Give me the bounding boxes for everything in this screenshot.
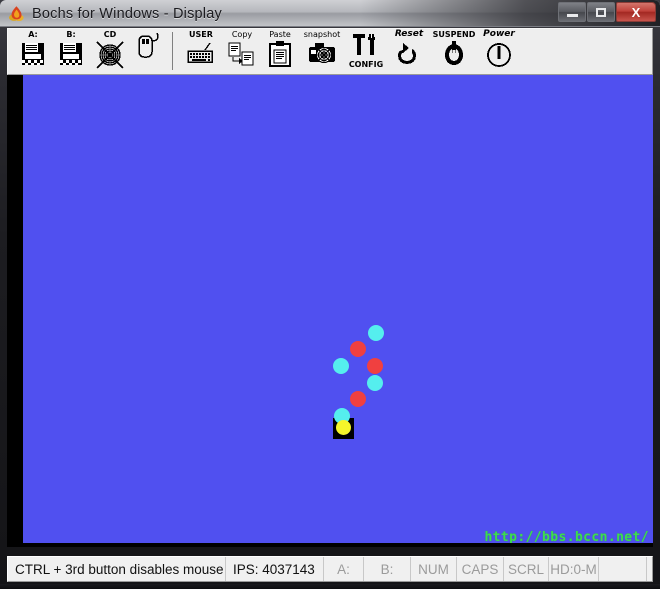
dot-cyan-3[interactable]	[367, 375, 383, 391]
config-button-label: CONFIG	[348, 60, 384, 69]
suspend-power-icon	[439, 39, 469, 69]
floppy-b-button[interactable]: B:	[52, 29, 90, 74]
reset-button-label: Reset	[394, 29, 424, 39]
status-num-lock: NUM	[411, 557, 457, 581]
toolbar-separator	[172, 32, 173, 70]
emulated-display[interactable]: http://bbs.bccn.net/	[7, 75, 653, 547]
status-scroll-lock-text: SCRL	[508, 561, 545, 577]
paste-button[interactable]: Paste	[261, 29, 299, 74]
copy-button-label: Copy	[231, 30, 253, 39]
power-circle-icon	[484, 39, 514, 69]
minimize-icon	[566, 14, 578, 17]
toolbar: A: B: CD USER Copy Paste snapshot CONFIG Reset SU…	[7, 28, 653, 75]
status-floppy-a: A:	[324, 557, 364, 581]
status-hdd-text: HD:0-M	[550, 561, 597, 577]
bochs-flame-icon	[8, 5, 25, 22]
reset-arrow-icon	[394, 39, 424, 69]
floppy-a-button[interactable]: A:	[14, 29, 52, 74]
config-button[interactable]: CONFIG	[345, 29, 387, 74]
cdrom-button[interactable]: CD	[90, 29, 130, 74]
mouse-button[interactable]	[130, 29, 166, 74]
dot-red-3[interactable]	[350, 391, 366, 407]
keyboard-icon	[186, 39, 216, 69]
title-bar[interactable]: Bochs for Windows - Display X	[0, 0, 660, 27]
floppy-disk-icon	[56, 39, 86, 69]
status-bar: CTRL + 3rd button disables mouse IPS: 403…	[7, 556, 653, 582]
bochs-window: Bochs for Windows - Display X A: B: CD USER…	[0, 0, 660, 589]
status-caps-lock: CAPS	[457, 557, 504, 581]
suspend-button[interactable]: SUSPEND	[431, 29, 477, 74]
status-ips-text: IPS: 4037143	[233, 561, 315, 577]
copy-button[interactable]: Copy	[223, 29, 261, 74]
dot-red-2[interactable]	[367, 358, 383, 374]
maximize-button[interactable]	[587, 2, 615, 22]
close-icon: X	[631, 4, 641, 20]
floppy-disk-icon	[18, 39, 48, 69]
dot-cyan-1[interactable]	[368, 325, 384, 341]
status-spare-2	[647, 557, 652, 581]
paste-button-label: Paste	[269, 30, 291, 39]
reset-button[interactable]: Reset	[387, 29, 431, 74]
user-button[interactable]: USER	[179, 29, 223, 74]
dot-yellow-selected[interactable]	[336, 420, 351, 435]
status-floppy-a-text: A:	[337, 561, 350, 577]
config-tools-icon	[351, 30, 381, 60]
status-num-lock-text: NUM	[418, 561, 449, 577]
floppy-b-button-label: B:	[66, 30, 76, 39]
cdrom-button-label: CD	[103, 30, 117, 39]
paste-icon	[265, 39, 295, 69]
status-hint-text: CTRL + 3rd button disables mouse	[15, 561, 224, 577]
user-button-label: USER	[189, 30, 213, 39]
mouse-icon	[133, 30, 163, 60]
window-controls: X	[558, 2, 656, 24]
snapshot-button[interactable]: snapshot	[299, 29, 345, 74]
snapshot-button-label: snapshot	[303, 30, 341, 39]
status-hint: CTRL + 3rd button disables mouse	[8, 557, 226, 581]
status-hdd: HD:0-M	[549, 557, 599, 581]
cdrom-disabled-icon	[95, 39, 125, 69]
dot-red-1[interactable]	[350, 341, 366, 357]
vga-screen[interactable]: http://bbs.bccn.net/	[23, 75, 653, 543]
power-button[interactable]: Power	[477, 29, 521, 74]
status-floppy-b-text: B:	[380, 561, 394, 577]
suspend-button-label: SUSPEND	[432, 30, 476, 39]
status-scroll-lock: SCRL	[504, 557, 549, 581]
forum-watermark: http://bbs.bccn.net/	[484, 530, 649, 543]
status-ips: IPS: 4037143	[226, 557, 324, 581]
power-button-label: Power	[483, 29, 515, 39]
close-button[interactable]: X	[616, 2, 656, 22]
camera-icon	[307, 39, 337, 69]
floppy-a-button-label: A:	[28, 30, 38, 39]
status-floppy-b: B:	[364, 557, 411, 581]
dot-cyan-2[interactable]	[333, 358, 349, 374]
window-title: Bochs for Windows - Display	[32, 6, 222, 22]
maximize-icon	[596, 7, 606, 17]
status-caps-lock-text: CAPS	[461, 561, 499, 577]
minimize-button[interactable]	[558, 2, 586, 22]
status-spare-1	[599, 557, 647, 581]
copy-icon	[227, 39, 257, 69]
window-bottom-shadow	[0, 584, 660, 589]
